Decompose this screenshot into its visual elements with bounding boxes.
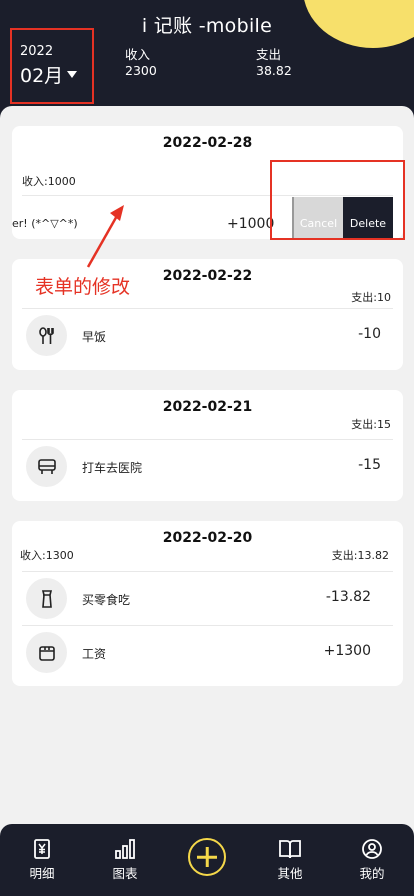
- bill-category: 买零食吃: [82, 593, 131, 607]
- bill-row[interactable]: 工资 +1300: [12, 627, 403, 679]
- day-card: 2022-02-21 支出:15 打车去医院 -15: [12, 390, 403, 501]
- bill-note: er! (*^▽^*): [12, 217, 78, 230]
- day-card: 2022-02-20 收入:1300 支出:13.82 买零食吃 -13.82: [12, 521, 403, 686]
- wallet-icon: [26, 632, 67, 673]
- bill-amount: -13.82: [325, 589, 371, 605]
- annotation-box-swipe: [270, 160, 405, 240]
- divider: [22, 625, 393, 626]
- tab-mine[interactable]: 我的: [344, 838, 400, 882]
- tab-label: 我的: [359, 866, 385, 881]
- expense-summary: 支出 38.82: [256, 47, 292, 79]
- annotation-box-month: [10, 28, 94, 104]
- card-expense: 支出:13.82: [331, 549, 389, 562]
- bill-category: 打车去医院: [82, 461, 143, 475]
- tab-label: 图表: [112, 866, 138, 881]
- bill-row[interactable]: 打车去医院 -15: [12, 441, 403, 493]
- car-icon: [26, 446, 67, 487]
- tab-detail[interactable]: 明细: [14, 838, 70, 882]
- expense-value: 38.82: [256, 63, 292, 78]
- bottom-tabbar: 明细 图表 其他 我的: [0, 824, 414, 896]
- bill-row[interactable]: 早饭 -10: [12, 310, 403, 362]
- bill-category: 工资: [82, 647, 107, 661]
- income-value: 2300: [125, 63, 157, 78]
- card-expense: 支出:10: [351, 291, 391, 304]
- annotation-note: 表单的修改: [35, 276, 131, 298]
- utensils-icon: [26, 315, 67, 356]
- tab-label: 明细: [29, 866, 55, 881]
- card-date: 2022-02-20: [162, 530, 253, 546]
- card-expense: 支出:15: [351, 418, 391, 431]
- tab-label: 其他: [277, 866, 303, 881]
- bill-amount: +1300: [323, 643, 371, 659]
- book-icon: [279, 840, 301, 859]
- bill-category: 早饭: [82, 330, 107, 344]
- bill-row[interactable]: 买零食吃 -13.82: [12, 573, 403, 625]
- bill-amount: -15: [358, 457, 381, 473]
- yen-note-icon: [34, 839, 50, 859]
- bar-chart-icon: [115, 839, 135, 859]
- card-income: 收入:1000: [22, 175, 76, 188]
- divider: [22, 571, 393, 572]
- bill-amount: -10: [358, 326, 381, 342]
- snack-icon: [26, 578, 67, 619]
- divider: [22, 308, 393, 309]
- tab-chart[interactable]: 图表: [97, 838, 153, 882]
- divider: [22, 439, 393, 440]
- card-date: 2022-02-21: [162, 399, 253, 415]
- user-circle-icon: [362, 839, 382, 859]
- card-income: 收入:1300: [20, 549, 74, 562]
- income-summary: 收入 2300: [125, 47, 157, 79]
- card-date: 2022-02-28: [162, 135, 253, 151]
- income-label: 收入: [125, 47, 151, 62]
- bill-amount: +1000: [227, 216, 275, 232]
- tab-other[interactable]: 其他: [262, 838, 318, 882]
- expense-label: 支出: [256, 47, 282, 62]
- add-bill-button[interactable]: [188, 838, 226, 876]
